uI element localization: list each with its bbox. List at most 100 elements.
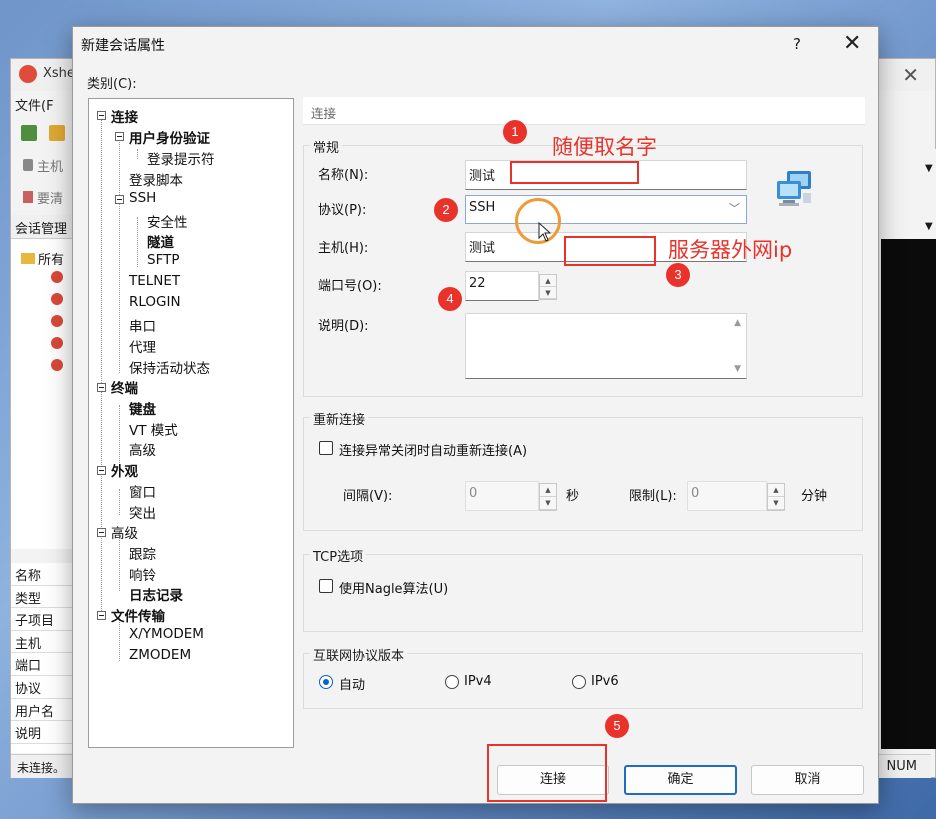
tree-item-file-transfer[interactable]: 文件传输: [111, 605, 165, 625]
address-label: 主机: [37, 160, 64, 175]
session-item-icon[interactable]: [51, 337, 67, 353]
stepper-down-icon[interactable]: ▼: [768, 497, 784, 510]
nagle-checkbox[interactable]: [319, 579, 333, 593]
interval-stepper[interactable]: ▲ ▼: [539, 483, 557, 511]
session-item-icon[interactable]: [51, 359, 67, 375]
limit-field[interactable]: 0: [687, 481, 767, 511]
scroll-up-icon[interactable]: ▲: [734, 318, 741, 328]
tree-item-login-prompts[interactable]: 登录提示符: [147, 148, 215, 168]
interval-unit: 秒: [566, 489, 580, 504]
collapse-icon[interactable]: [115, 132, 124, 141]
tree-item-serial[interactable]: 串口: [129, 315, 156, 335]
session-item-icon[interactable]: [51, 293, 67, 309]
collapse-icon[interactable]: [97, 383, 106, 392]
stepper-down-icon[interactable]: ▼: [540, 287, 556, 299]
tree-item-xymodem[interactable]: X/YMODEM: [129, 626, 204, 642]
interval-field[interactable]: 0: [465, 481, 539, 511]
tree-item-bell[interactable]: 响铃: [129, 564, 156, 584]
dropdown-arrow-icon[interactable]: ▼: [925, 221, 933, 232]
prop-row: 子项目: [11, 608, 75, 631]
ipv6-radio[interactable]: [572, 675, 586, 689]
collapse-icon[interactable]: [97, 111, 106, 120]
tree-item-user-auth[interactable]: 用户身份验证: [129, 127, 210, 147]
ipv4-label: IPv4: [464, 674, 492, 689]
tree-item-tunneling[interactable]: 隧道: [147, 231, 174, 251]
category-label: 类别(C):: [87, 77, 137, 92]
session-tree-root[interactable]: 所有: [21, 249, 64, 268]
dropdown-arrow-icon[interactable]: ▼: [925, 163, 933, 174]
cancel-button[interactable]: 取消: [751, 765, 864, 795]
stepper-down-icon[interactable]: ▼: [540, 497, 556, 510]
tree-item-window[interactable]: 窗口: [129, 481, 156, 501]
hint-bar: 要清: [15, 185, 75, 211]
stepper-up-icon[interactable]: ▲: [540, 484, 556, 497]
stepper-up-icon[interactable]: ▲: [768, 484, 784, 497]
general-group-title: 常规: [310, 137, 343, 156]
interval-label: 间隔(V):: [343, 489, 393, 504]
terminal-area[interactable]: [881, 239, 936, 749]
tree-item-keepalive[interactable]: 保持活动状态: [129, 357, 210, 377]
collapse-icon[interactable]: [97, 611, 106, 620]
protocol-label: 协议(P):: [318, 203, 367, 218]
tree-item-security[interactable]: 安全性: [147, 211, 188, 231]
session-item-icon[interactable]: [51, 315, 67, 331]
limit-stepper[interactable]: ▲ ▼: [767, 483, 785, 511]
status-text: 未连接。: [17, 761, 66, 775]
ip-auto-radio[interactable]: [319, 675, 333, 689]
port-stepper[interactable]: ▲ ▼: [539, 274, 557, 300]
protocol-select[interactable]: SSH ﹀: [465, 195, 747, 224]
tree-item-connection[interactable]: 连接: [111, 106, 138, 126]
tree-item-keyboard[interactable]: 键盘: [129, 398, 156, 418]
scroll-down-icon[interactable]: ▼: [734, 364, 741, 374]
dialog-title: 新建会话属性: [81, 38, 165, 54]
xshell-close-icon[interactable]: ✕: [902, 63, 919, 87]
collapse-icon[interactable]: [97, 466, 106, 475]
prop-row: 类型: [11, 585, 75, 609]
menu-file[interactable]: 文件(F: [15, 99, 54, 114]
auto-reconnect-checkbox[interactable]: [319, 441, 333, 455]
tree-item-logging[interactable]: 日志记录: [129, 584, 183, 604]
port-field[interactable]: 22: [465, 271, 539, 301]
collapse-icon[interactable]: [115, 195, 124, 204]
collapse-icon[interactable]: [97, 528, 106, 537]
limit-unit: 分钟: [801, 489, 828, 504]
session-item-icon[interactable]: [51, 271, 67, 287]
stepper-up-icon[interactable]: ▲: [540, 275, 556, 287]
mouse-cursor-icon: [538, 222, 552, 242]
tree-item-rlogin[interactable]: RLOGIN: [129, 294, 181, 310]
network-computer-icon: [777, 171, 811, 206]
tree-item-appearance[interactable]: 外观: [111, 460, 138, 480]
tree-item-login-scripts[interactable]: 登录脚本: [129, 169, 183, 189]
right-toolbar: ▼ ▼: [881, 149, 936, 239]
lock-icon: [23, 159, 33, 171]
prop-row: 主机: [11, 630, 75, 654]
description-field[interactable]: ▲ ▼: [465, 313, 747, 379]
tree-item-sftp[interactable]: SFTP: [147, 252, 179, 268]
xshell-title: Xshe: [43, 66, 75, 81]
ok-button[interactable]: 确定: [624, 765, 737, 795]
reconnect-group-title: 重新连接: [310, 409, 369, 428]
tree-item-terminal[interactable]: 终端: [111, 377, 138, 397]
xshell-logo-icon: [19, 65, 37, 83]
session-manager-header: 会话管理: [11, 215, 75, 239]
close-icon[interactable]: ✕: [843, 31, 861, 56]
open-folder-icon[interactable]: [49, 125, 65, 141]
annotation-marker-2: 2: [434, 198, 458, 222]
ipv4-radio[interactable]: [445, 675, 459, 689]
tree-item-trace[interactable]: 跟踪: [129, 543, 156, 563]
help-button[interactable]: ?: [793, 35, 801, 53]
tree-item-highlight[interactable]: 突出: [129, 502, 156, 522]
new-session-icon[interactable]: [21, 125, 37, 141]
xshell-toolbar: [15, 121, 75, 149]
tree-item-advanced[interactable]: 高级: [111, 522, 138, 542]
tree-item-telnet[interactable]: TELNET: [129, 273, 180, 289]
tree-item-proxy[interactable]: 代理: [129, 336, 156, 356]
limit-label: 限制(L):: [629, 489, 677, 504]
tree-item-zmodem[interactable]: ZMODEM: [129, 647, 191, 663]
tree-item-vt-mode[interactable]: VT 模式: [129, 419, 178, 439]
name-label: 名称(N):: [318, 168, 369, 183]
tree-item-ssh[interactable]: SSH: [129, 190, 156, 206]
tree-item-terminal-advanced[interactable]: 高级: [129, 439, 156, 459]
breadcrumb: 连接: [303, 97, 865, 125]
chevron-down-icon: ﹀: [729, 202, 740, 215]
